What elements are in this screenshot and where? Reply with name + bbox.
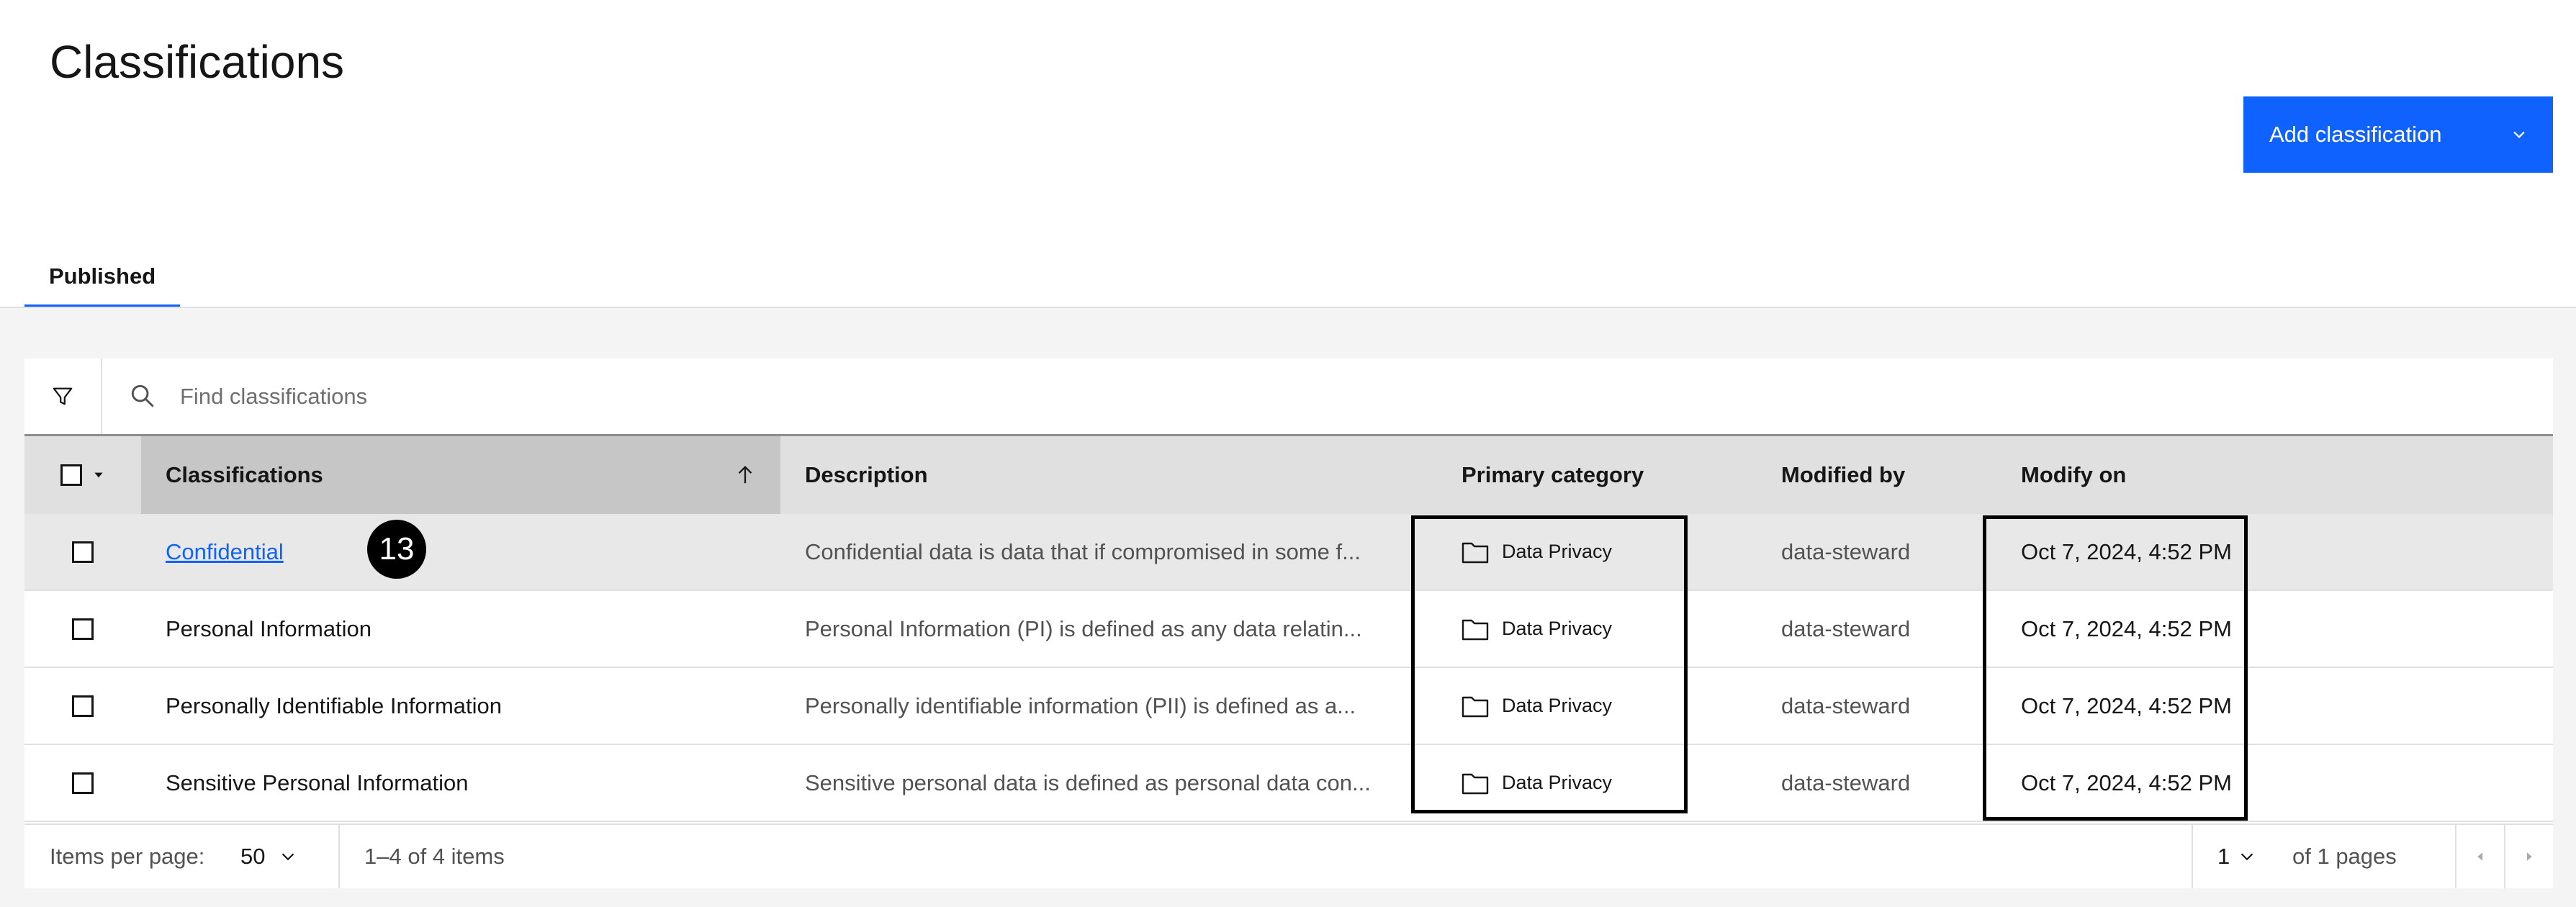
header-modify-on-label: Modify on — [2021, 462, 2127, 487]
row-checkbox[interactable] — [72, 695, 94, 717]
folder-icon — [1462, 773, 1489, 794]
table-row[interactable]: Sensitive Personal Information Sensitive… — [24, 745, 2553, 822]
folder-icon — [1462, 542, 1489, 563]
next-page-button[interactable] — [2505, 825, 2553, 888]
chevron-down-icon — [282, 853, 294, 861]
row-modify-on: Oct 7, 2024, 4:52 PM — [2021, 538, 2232, 564]
chevron-down-icon — [2513, 131, 2525, 138]
row-checkbox[interactable] — [72, 618, 94, 640]
row-description: Sensitive personal data is defined as pe… — [805, 770, 1371, 795]
category-label: Data Privacy — [1502, 772, 1613, 793]
row-checkbox[interactable] — [72, 772, 94, 794]
page-title: Classifications — [50, 36, 345, 88]
folder-icon — [1462, 696, 1489, 717]
row-name: Personal Information — [166, 615, 372, 641]
row-name: Sensitive Personal Information — [166, 770, 469, 795]
add-classification-label: Add classification — [2269, 122, 2442, 147]
row-description: Confidential data is data that if compro… — [805, 538, 1361, 564]
row-primary-category[interactable]: Data Privacy — [1462, 591, 1612, 667]
classifications-table-panel: Classifications Description Primary cate… — [24, 358, 2553, 888]
search-input[interactable] — [179, 373, 2485, 420]
chevron-down-icon — [2241, 853, 2253, 861]
header-primary-category[interactable]: Primary category — [1437, 436, 1757, 514]
table-header: Classifications Description Primary cate… — [24, 436, 2553, 514]
row-modify-on: Oct 7, 2024, 4:52 PM — [2021, 692, 2232, 718]
header-description[interactable]: Description — [780, 436, 1437, 514]
table-toolbar — [24, 358, 2553, 436]
tab-published[interactable]: Published — [24, 251, 181, 308]
row-select — [24, 514, 141, 590]
caret-left-icon — [2477, 852, 2483, 861]
previous-page-button[interactable] — [2456, 825, 2504, 888]
items-per-page-value: 50 — [240, 844, 266, 869]
row-select — [24, 591, 141, 667]
header-primary-category-label: Primary category — [1462, 462, 1644, 487]
caret-down-icon[interactable] — [92, 469, 105, 482]
row-modified-by: data-steward — [1781, 615, 1911, 641]
header-description-label: Description — [805, 462, 928, 487]
row-modified-by: data-steward — [1781, 692, 1911, 718]
category-label: Data Privacy — [1502, 618, 1613, 639]
pagination-bar: Items per page: 50 1–4 of 4 items 1 of 1… — [24, 823, 2553, 888]
items-per-page-label: Items per page: — [50, 844, 205, 869]
table-row[interactable]: Personal Information Personal Informatio… — [24, 591, 2553, 668]
row-modified-by: data-steward — [1781, 538, 1911, 564]
row-modify-on: Oct 7, 2024, 4:52 PM — [2021, 770, 2232, 795]
row-select — [24, 745, 141, 821]
row-name: Confidential — [166, 514, 284, 590]
items-range: 1–4 of 4 items — [364, 844, 505, 869]
total-pages: of 1 pages — [2292, 844, 2397, 869]
row-checkbox[interactable] — [72, 541, 94, 563]
arrow-up-icon[interactable] — [734, 464, 756, 486]
header-modify-on[interactable]: Modify on — [1996, 436, 2553, 514]
header-classifications[interactable]: Classifications — [141, 436, 780, 514]
select-all-checkbox[interactable] — [60, 464, 82, 486]
row-modify-on: Oct 7, 2024, 4:52 PM — [2021, 615, 2232, 641]
row-modified-by: data-steward — [1781, 770, 1911, 795]
row-name: Personally Identifiable Information — [166, 692, 502, 718]
row-select — [24, 668, 141, 744]
pagination-divider — [2192, 825, 2193, 888]
header-modified-by-label: Modified by — [1781, 462, 1906, 487]
search-icon — [131, 384, 154, 407]
pagination-divider — [338, 825, 340, 888]
row-primary-category[interactable]: Data Privacy — [1462, 668, 1612, 744]
page-select[interactable]: 1 — [2217, 825, 2256, 888]
filter-icon — [53, 387, 73, 405]
row-description: Personal Information (PI) is defined as … — [805, 615, 1362, 641]
classification-link[interactable]: Confidential — [166, 539, 284, 565]
row-primary-category[interactable]: Data Privacy — [1462, 745, 1612, 821]
category-label: Data Privacy — [1502, 541, 1613, 562]
page-value: 1 — [2217, 844, 2230, 869]
category-label: Data Privacy — [1502, 695, 1613, 716]
tab-list: Published — [24, 251, 181, 308]
add-classification-button[interactable]: Add classification — [2243, 96, 2553, 173]
filter-button[interactable] — [24, 358, 102, 434]
row-primary-category[interactable]: Data Privacy — [1462, 514, 1612, 590]
table-row[interactable]: Personally Identifiable Information Pers… — [24, 668, 2553, 745]
step-number-badge: 13 — [367, 520, 426, 579]
folder-icon — [1462, 619, 1489, 640]
header-classifications-label: Classifications — [166, 462, 323, 487]
header-modified-by[interactable]: Modified by — [1757, 436, 1996, 514]
select-all-control — [24, 436, 141, 514]
items-per-page-select[interactable]: 50 — [240, 825, 297, 888]
row-description: Personally identifiable information (PII… — [805, 692, 1356, 718]
caret-right-icon — [2526, 852, 2532, 861]
